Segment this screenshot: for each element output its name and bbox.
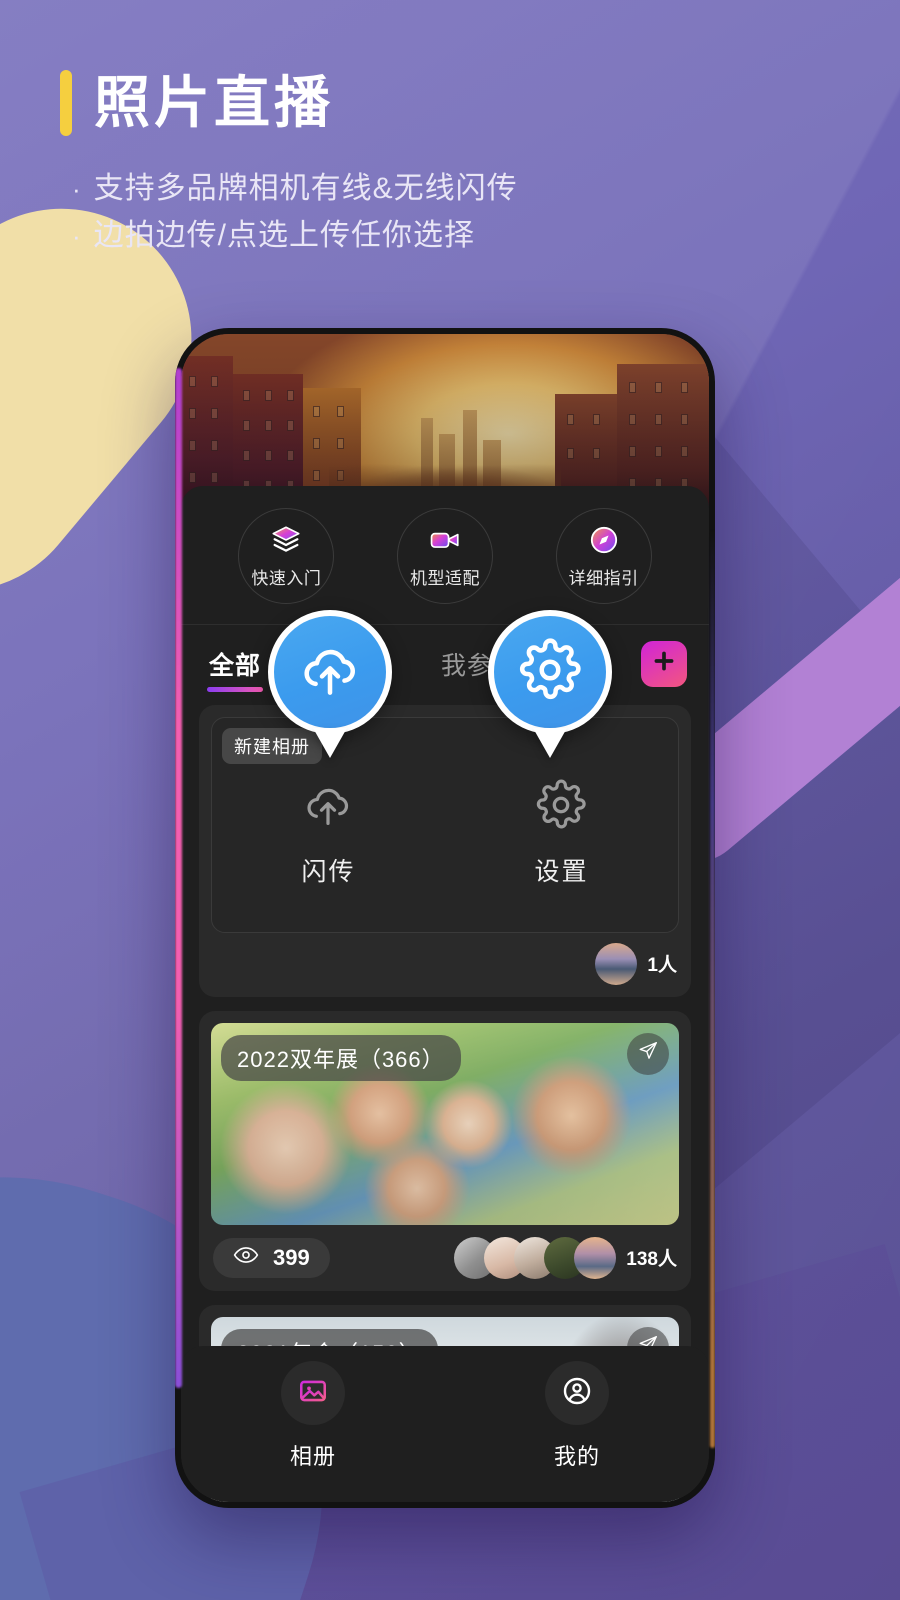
promo-header: 照片直播 · 支持多品牌相机有线&无线闪传 · 边拍边传/点选上传任你选择 — [0, 0, 900, 259]
member-count: 138人 — [626, 1249, 677, 1271]
tab-bar: 全部 我参与的 — [181, 625, 709, 701]
flash-transfer-action[interactable]: 闪传 — [301, 779, 355, 888]
nav-item-mine[interactable]: 我的 — [545, 1361, 609, 1471]
callout-tail — [313, 728, 347, 758]
phone-edge-glow-right — [710, 528, 715, 1448]
phone-edge-glow-left — [175, 368, 182, 1388]
callout-bubble — [268, 610, 392, 734]
cloud-upload-icon — [298, 638, 362, 707]
feature-bullet-list: · 支持多品牌相机有线&无线闪传 · 边拍边传/点选上传任你选择 — [60, 166, 840, 259]
video-camera-icon — [428, 523, 462, 557]
eye-icon — [233, 1245, 259, 1270]
feature-bullet-text: 边拍边传/点选上传任你选择 — [93, 218, 476, 252]
album-footer: 399 138人 — [211, 1225, 679, 1279]
gear-icon — [535, 779, 587, 836]
settings-action[interactable]: 设置 — [534, 779, 588, 888]
flash-transfer-label: 闪传 — [301, 858, 356, 887]
cloud-upload-icon — [302, 779, 354, 836]
compass-icon — [587, 523, 621, 557]
avatar — [595, 942, 638, 985]
avatar-stack — [454, 1236, 617, 1279]
member-count: 1人 — [647, 955, 677, 977]
tab-label: 全部 — [209, 651, 262, 680]
bottom-navigation: 相册 我的 — [181, 1346, 709, 1502]
album-title: 2022双年展（366） — [221, 1034, 461, 1081]
quick-action-row: 快速入门 机型适配 详细指引 — [181, 486, 709, 624]
quick-action-label: 机型适配 — [409, 569, 480, 588]
gear-icon — [518, 637, 582, 707]
phone-mockup: 快速入门 机型适配 详细指引 全部 新建相册 闪传 设置 1人 2022双年展（… — [175, 328, 715, 1508]
quick-action-label: 详细指引 — [568, 569, 639, 588]
nav-circle — [545, 1361, 609, 1425]
nav-label: 我的 — [553, 1444, 600, 1469]
quick-action-label: 快速入门 — [251, 569, 322, 588]
send-icon — [637, 1040, 659, 1067]
quick-action-detailed-guide[interactable]: 详细指引 — [555, 508, 652, 604]
nav-item-albums[interactable]: 相册 — [281, 1361, 345, 1471]
feature-bullet: · 边拍边传/点选上传任你选择 — [72, 213, 840, 260]
settings-label: 设置 — [534, 858, 589, 887]
new-album-footer: 1人 — [211, 933, 679, 985]
tab-active-underline — [207, 686, 264, 692]
tab-all[interactable]: 全部 — [203, 646, 267, 692]
view-count-pill: 399 — [213, 1237, 330, 1278]
photo-icon — [297, 1375, 329, 1412]
feature-bullet: · 支持多品牌相机有线&无线闪传 — [72, 166, 840, 213]
album-card[interactable]: 2022双年展（366） 399 138人 — [199, 1010, 691, 1291]
callout-bubble — [488, 610, 612, 734]
new-album-card[interactable]: 新建相册 闪传 设置 1人 — [199, 704, 691, 997]
feature-bullet-text: 支持多品牌相机有线&无线闪传 — [93, 172, 518, 205]
title-row: 照片直播 — [60, 70, 840, 136]
quick-action-quickstart[interactable]: 快速入门 — [238, 508, 335, 604]
view-count: 399 — [273, 1244, 310, 1270]
bullet-marker: · — [72, 220, 82, 251]
callout-tail — [533, 728, 567, 758]
banner-shade — [181, 334, 709, 506]
header-banner-photo — [181, 334, 709, 506]
settings-callout-marker[interactable] — [488, 610, 612, 758]
layers-icon — [269, 523, 303, 557]
avatar — [574, 1236, 617, 1279]
upload-callout-marker[interactable] — [268, 610, 392, 758]
phone-screen: 快速入门 机型适配 详细指引 全部 新建相册 闪传 设置 1人 2022双年展（… — [181, 334, 709, 1502]
album-members: 138人 — [454, 1236, 677, 1279]
share-button[interactable] — [627, 1032, 669, 1075]
quick-action-device-compat[interactable]: 机型适配 — [396, 508, 493, 604]
plus-icon — [651, 648, 677, 679]
page-title: 照片直播 — [94, 71, 334, 134]
bullet-marker: · — [72, 174, 82, 204]
add-album-button[interactable] — [641, 640, 687, 687]
nav-circle — [281, 1361, 345, 1425]
nav-label: 相册 — [289, 1444, 336, 1469]
title-accent-bar — [60, 70, 72, 136]
new-album-inner: 新建相册 闪传 设置 — [211, 716, 679, 933]
album-cover[interactable]: 2022双年展（366） — [211, 1022, 679, 1225]
user-icon — [561, 1375, 593, 1412]
